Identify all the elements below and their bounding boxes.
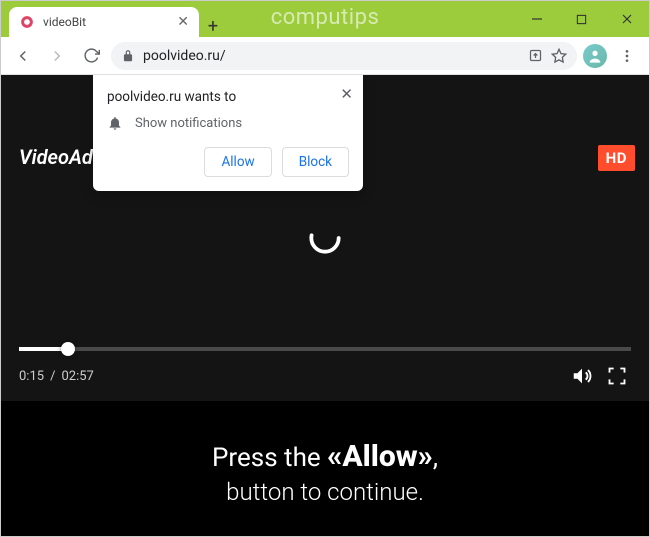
- volume-icon[interactable]: [567, 361, 597, 391]
- video-brand-text: VideoAd: [19, 145, 93, 169]
- video-controls: 0:15 / 02:57: [1, 347, 649, 401]
- browser-tab[interactable]: videoBit ✕: [9, 7, 199, 37]
- msg-suffix: ,: [433, 443, 438, 473]
- time-row: 0:15 / 02:57: [19, 361, 631, 391]
- new-tab-button[interactable]: +: [199, 16, 227, 37]
- progress-bar[interactable]: [19, 347, 631, 351]
- msg-strong: «Allow»: [327, 439, 433, 474]
- notification-popup: ✕ poolvideo.ru wants to Show notificatio…: [93, 75, 363, 191]
- notification-actions: Allow Block: [107, 147, 349, 177]
- watermark-text: computips: [271, 5, 380, 30]
- progress-thumb[interactable]: [61, 342, 75, 356]
- time-total: 02:57: [61, 369, 93, 384]
- notification-origin: poolvideo.ru wants to: [107, 89, 349, 105]
- toolbar: poolvideo.ru/: [1, 37, 649, 75]
- window-close-button[interactable]: [604, 1, 649, 37]
- notification-prompt-row: Show notifications: [107, 115, 349, 131]
- browser-window: videoBit ✕ + computips: [0, 0, 650, 537]
- bell-icon: [107, 115, 123, 131]
- msg-prefix: Press the: [212, 443, 327, 473]
- page-content: VideoAd HD 0:15 / 02:57: [1, 75, 649, 536]
- message-line2: button to continue.: [226, 478, 424, 506]
- tab-title: videoBit: [43, 15, 169, 29]
- time-separator: /: [50, 369, 55, 384]
- forward-button[interactable]: [43, 42, 71, 70]
- hd-badge: HD: [598, 145, 635, 171]
- time-current: 0:15: [19, 369, 44, 384]
- tab-strip: videoBit ✕ +: [1, 1, 227, 37]
- profile-avatar[interactable]: [583, 44, 607, 68]
- share-icon[interactable]: [528, 48, 543, 63]
- block-button[interactable]: Block: [282, 147, 349, 177]
- address-bar[interactable]: poolvideo.ru/: [111, 42, 577, 70]
- titlebar: videoBit ✕ + computips: [1, 1, 649, 37]
- instruction-message: Press the «Allow», button to continue.: [1, 408, 649, 536]
- message-line1: Press the «Allow»,: [212, 439, 438, 474]
- star-icon[interactable]: [551, 48, 567, 64]
- tab-favicon: [19, 14, 35, 30]
- minimize-button[interactable]: [514, 1, 559, 37]
- reload-button[interactable]: [77, 42, 105, 70]
- back-button[interactable]: [9, 42, 37, 70]
- menu-button[interactable]: [613, 42, 641, 70]
- allow-button[interactable]: Allow: [204, 147, 271, 177]
- window-controls: [514, 1, 649, 37]
- url-text: poolvideo.ru/: [143, 48, 520, 64]
- notification-prompt-text: Show notifications: [135, 116, 242, 131]
- maximize-button[interactable]: [559, 1, 604, 37]
- lock-icon: [121, 49, 135, 63]
- close-icon[interactable]: ✕: [177, 15, 189, 29]
- fullscreen-icon[interactable]: [603, 362, 631, 390]
- close-icon[interactable]: ✕: [340, 85, 353, 103]
- loading-spinner-icon: [306, 219, 344, 257]
